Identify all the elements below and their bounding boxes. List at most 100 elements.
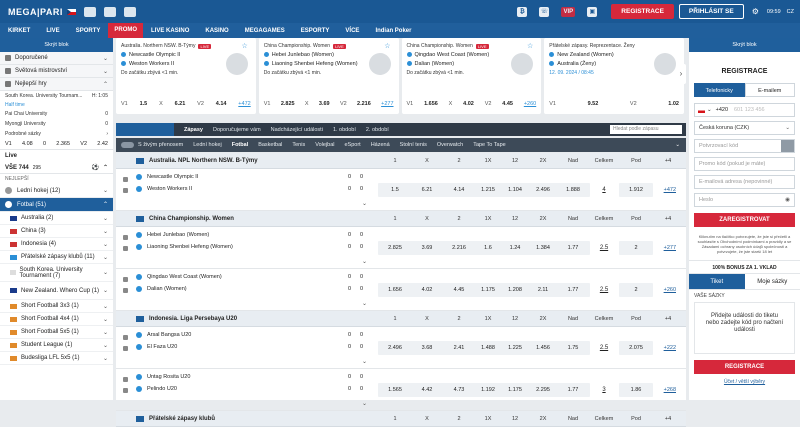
filter-ice-hockey[interactable]: Lední hokej — [193, 142, 221, 148]
mini-more-bets[interactable]: Podrobné sázky› — [0, 129, 113, 139]
check-icon[interactable] — [781, 140, 794, 152]
odd-cell[interactable]: 1.77 — [556, 283, 590, 297]
sub-friendlies[interactable]: Přátelské zápasy klubů (11)⌄ — [0, 251, 113, 264]
league-more[interactable]: +4 — [665, 216, 671, 222]
mini-team1[interactable]: Pai Chai University0 — [0, 109, 113, 119]
odd-v2[interactable]: 4.14 — [216, 101, 227, 107]
confirm-code-field[interactable]: Potvrzovací kód — [694, 139, 795, 153]
mini-team2[interactable]: Myongji University0 — [0, 119, 113, 129]
event-card[interactable]: China Championship. WomenLIVE ☆ Hebei Ju… — [259, 38, 399, 114]
odd-v1[interactable]: 2.825 — [281, 101, 295, 107]
odd-cell[interactable]: 2.5 — [587, 341, 621, 355]
more-markets-link[interactable]: +277 — [381, 101, 393, 107]
sub-short-5x5[interactable]: Short Football 5x5 (1)⌄ — [0, 326, 113, 339]
odd-cell[interactable]: 2 — [619, 241, 653, 255]
filter-upcoming[interactable]: Nadcházející události — [271, 127, 323, 133]
star-icon[interactable]: ☆ — [241, 42, 247, 50]
tab-phone[interactable]: Telefonicky — [694, 83, 745, 97]
filter-zapasy[interactable]: Zápasy — [184, 127, 203, 133]
nav-indian-poker[interactable]: Indian Poker — [367, 28, 419, 34]
odd-cell[interactable]: 2.295 — [526, 383, 560, 397]
odd-cell[interactable]: 1.456 — [526, 341, 560, 355]
odd-cell[interactable]: 1.912 — [619, 183, 653, 197]
filter-tape-to-tape[interactable]: Tape To Tape — [473, 142, 506, 148]
tab-email[interactable]: E-mailem — [745, 83, 796, 97]
match-row[interactable]: Arsal Bangsa U20El Faza U200000⌄2.4963.6… — [116, 327, 686, 369]
odd-x[interactable]: 4.02 — [463, 101, 474, 107]
live-stream-toggle[interactable] — [121, 142, 134, 148]
sub-short-3x3[interactable]: Short Football 3x3 (1)⌄ — [0, 300, 113, 313]
odd-cell[interactable]: 2.496 — [378, 341, 412, 355]
odd-cell[interactable]: 1.888 — [556, 183, 590, 197]
nav-kirket[interactable]: KIRKET — [0, 28, 38, 34]
tab-ticket[interactable]: Tiket — [689, 274, 745, 289]
filter-football[interactable]: Fotbal — [232, 142, 249, 148]
odd-cell[interactable]: 3.68 — [410, 341, 444, 355]
stats-icon[interactable] — [123, 388, 128, 393]
odd-cell[interactable]: 3.69 — [410, 241, 444, 255]
odd-v2[interactable]: 2.216 — [357, 101, 371, 107]
event-card[interactable]: Australia. Northern NSW. B-TýmyLIVE ☆ Ne… — [116, 38, 256, 114]
event-card[interactable]: China Championship. WomenLIVE ☆ Qingdao … — [402, 38, 542, 114]
hide-left-block[interactable]: Skrýt blok — [0, 38, 113, 52]
odd-cell[interactable]: 4.02 — [410, 283, 444, 297]
match-row[interactable]: Qingdao West Coast (Women)Dalian (Women)… — [116, 269, 686, 311]
menu-world-championships[interactable]: Světová mistrovství⌄ — [0, 65, 113, 78]
sport-football[interactable]: Fotbal (51)⌃ — [0, 198, 113, 212]
odd-cell[interactable]: 4.42 — [410, 383, 444, 397]
chevron-up-icon[interactable]: ⌃ — [103, 164, 108, 171]
language-select[interactable]: CZ — [787, 9, 794, 15]
account-link[interactable]: Účet / větší výběry — [689, 379, 800, 385]
odd-v2[interactable]: 4.45 — [502, 101, 513, 107]
nav-megagames[interactable]: MEGAGAMES — [237, 28, 293, 34]
nav-promo[interactable]: PROMO — [108, 23, 143, 38]
league-header[interactable]: Indonesia. Liga Persebaya U201X21X122XNa… — [116, 311, 686, 327]
stats-icon[interactable] — [123, 288, 128, 293]
all-events-row[interactable]: VŠE 744295⚽⌃ — [0, 162, 113, 174]
nav-live[interactable]: LIVE — [38, 28, 67, 34]
filter-basketball[interactable]: Basketbal — [258, 142, 282, 148]
odd-cell[interactable]: 1.77 — [556, 241, 590, 255]
more-markets-link[interactable]: +268 — [664, 387, 676, 393]
nav-sporty[interactable]: SPORTY — [68, 28, 109, 34]
filter-handball[interactable]: Házená — [371, 142, 390, 148]
filter-period-2[interactable]: 2. období — [366, 127, 389, 133]
filter-period-1[interactable]: 1. období — [333, 127, 356, 133]
register-submit-button[interactable]: ZAREGISTROVAT — [694, 213, 795, 227]
bonus-banner[interactable]: 100% BONUS ZA 1. VKLAD — [689, 260, 800, 274]
league-header[interactable]: Australia. NPL Northern NSW. B-Týmy1X21X… — [116, 153, 686, 169]
sub-indonesia[interactable]: Indonesia (4)⌄ — [0, 238, 113, 251]
more-bets-link[interactable]: Podrobné sázky — [5, 131, 41, 137]
chevron-down-icon[interactable]: ⌄ — [362, 400, 367, 407]
filter-volleyball[interactable]: Volejbal — [315, 142, 334, 148]
odd-v1[interactable]: 9.52 — [588, 101, 599, 107]
nav-kasino[interactable]: KASINO — [197, 28, 236, 34]
odd-cell[interactable]: 1.75 — [556, 341, 590, 355]
gear-icon[interactable]: ⚙ — [752, 7, 759, 16]
pin-icon[interactable] — [123, 235, 128, 240]
promo-trophy-icon[interactable] — [104, 7, 116, 17]
tab-my-bets[interactable]: Moje sázky — [745, 274, 800, 289]
password-field[interactable]: Heslo◉ — [694, 193, 795, 207]
filter-esport[interactable]: eSport — [344, 142, 360, 148]
phone-icon[interactable]: ☏ — [539, 7, 549, 17]
sub-student-league[interactable]: Student League (1)⌄ — [0, 339, 113, 352]
eye-icon[interactable]: ◉ — [785, 194, 790, 206]
czech-flag-icon[interactable] — [67, 9, 76, 15]
pin-icon[interactable] — [123, 277, 128, 282]
filter-recommended[interactable]: Doporučujeme vám — [213, 127, 261, 133]
sport-ice-hockey[interactable]: Lední hokej (12)⌄ — [0, 184, 113, 198]
sub-australia[interactable]: Australia (2)⌄ — [0, 212, 113, 225]
more-markets-link[interactable]: +260 — [664, 287, 676, 293]
nav-esporty[interactable]: ESPORTY — [293, 28, 338, 34]
menu-recommended[interactable]: Doporučené⌄ — [0, 52, 113, 65]
odd-v1[interactable]: 1.5 — [140, 101, 148, 107]
odd-cell[interactable]: 2.5 — [587, 241, 621, 255]
mini-odds[interactable]: V14.0802.365V22.42 — [0, 139, 113, 150]
promo-car-icon[interactable] — [84, 7, 96, 17]
filter-overwatch[interactable]: Overwatch — [437, 142, 463, 148]
email-field[interactable]: E-mailová adresa (nepovinné) — [694, 175, 795, 189]
league-more[interactable]: +4 — [665, 316, 671, 322]
odd-cell[interactable]: 2.5 — [587, 283, 621, 297]
menu-top-games[interactable]: Nejlepší hry⌃ — [0, 78, 113, 91]
